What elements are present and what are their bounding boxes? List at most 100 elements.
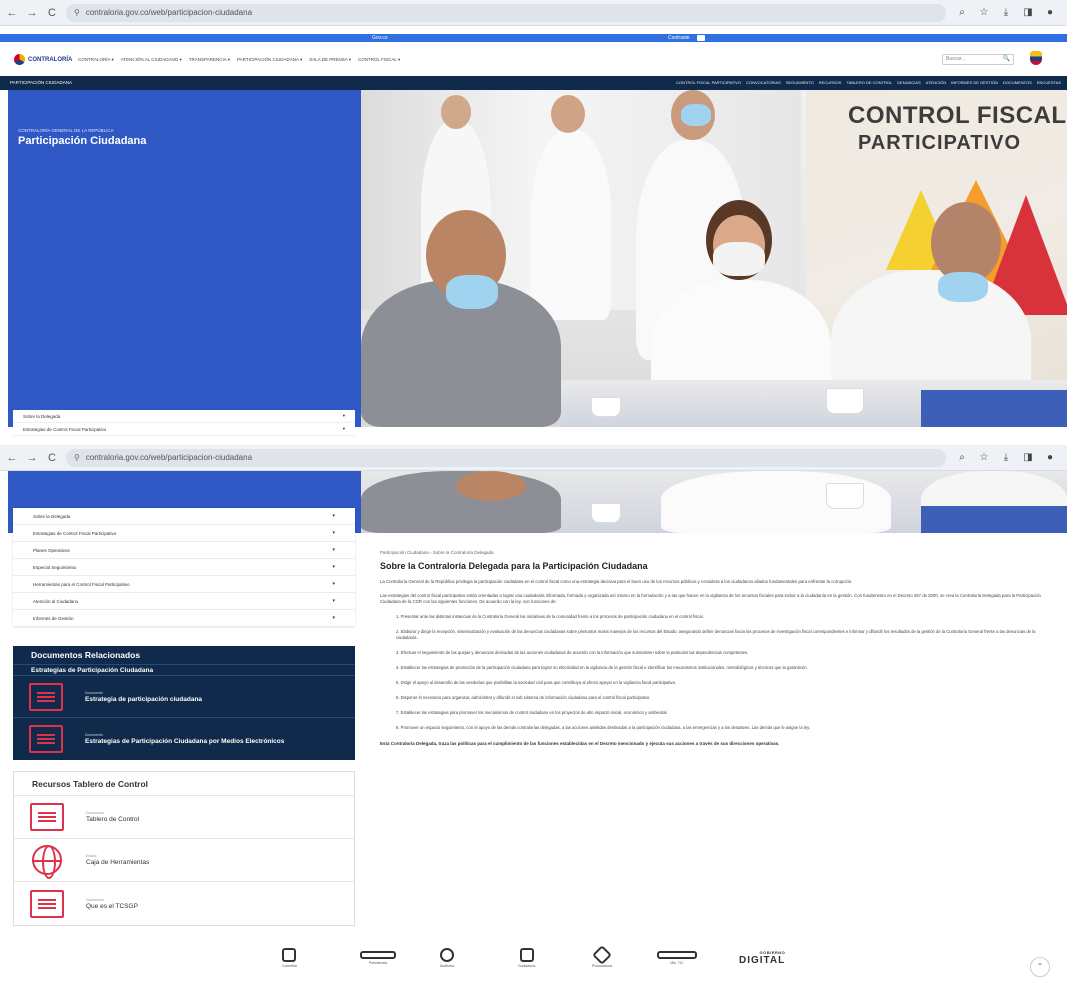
main-nav-item[interactable]: PARTICIPACIÓN CIUDADANA ▾: [237, 57, 302, 63]
forward-button[interactable]: →: [24, 5, 40, 21]
browser-tools: ⌕ ☆ ⤓ ◨ ●: [955, 7, 1057, 18]
bookmark-star-icon[interactable]: ☆: [977, 452, 991, 463]
section-link[interactable]: DOCUMENTOS: [1003, 76, 1032, 90]
profile-icon[interactable]: ●: [1043, 7, 1057, 18]
section-link[interactable]: CONTROL FISCAL PARTICIPATIVO: [676, 76, 741, 90]
main-nav-item[interactable]: CONTRALORÍA ▾: [78, 57, 114, 63]
document-link[interactable]: Documento Estrategias de Participación C…: [13, 718, 355, 760]
related-documents: Documentos Relacionados Estrategias de P…: [13, 646, 355, 760]
accordion-item-label: Especial Seguimiento: [33, 564, 77, 570]
section-link[interactable]: INFORMES DE GESTIÓN: [951, 76, 998, 90]
section-link[interactable]: DENUNCIAS: [897, 76, 921, 90]
section-brand[interactable]: PARTICIPACIÓN CIUDADANA: [10, 76, 72, 90]
resource-link[interactable]: Enlace Caja de Herramientas: [14, 839, 354, 882]
download-icon[interactable]: ⤓: [999, 452, 1013, 463]
emblem-icon: [657, 951, 697, 959]
forward-button[interactable]: →: [24, 450, 40, 466]
main-content: Participación Ciudadana › Sobre la Contr…: [380, 550, 1052, 746]
content-title: Sobre la Contraloría Delegada para la Pa…: [380, 561, 648, 571]
banner-text: PARTICIPATIVO: [858, 132, 1021, 154]
accordion-item[interactable]: Informes de Gestión ▾: [13, 610, 355, 627]
back-button[interactable]: ←: [4, 5, 20, 21]
resource-link[interactable]: Documento Tablero de Control: [14, 796, 354, 839]
zoom-icon[interactable]: ⌕: [955, 452, 969, 463]
back-button[interactable]: ←: [4, 450, 20, 466]
list-item: 8. Promover un espacio seguimiento, con …: [396, 724, 811, 730]
resources-title: Recursos Tablero de Control: [14, 772, 354, 796]
chevron-down-icon: ▾: [332, 598, 335, 604]
address-bar[interactable]: ⚲ contraloria.gov.co/web/participacion-c…: [66, 3, 946, 22]
section-link[interactable]: TABLERO DE CONTROL: [846, 76, 892, 90]
footer-logos: Colombia Presidencia Auditoría Contadurí…: [0, 930, 1067, 985]
accordion-item[interactable]: Herramientas para el Control Fiscal Part…: [13, 576, 355, 593]
bookmark-star-icon[interactable]: ☆: [977, 7, 991, 18]
hero-image: CONTROL FISCAL PARTICIPATIVO: [361, 90, 1067, 427]
document-kind: Documento: [85, 690, 103, 695]
sidepanel-icon[interactable]: ◨: [1021, 7, 1035, 18]
search-input[interactable]: Buscar... 🔍: [942, 54, 1014, 65]
breadcrumb[interactable]: Participación Ciudadana › Sobre la Contr…: [380, 550, 1052, 555]
site-info-icon[interactable]: ⚲: [74, 453, 80, 462]
main-nav-item[interactable]: ATENCIÓN AL CIUDADANO ▾: [121, 57, 182, 63]
gov-bar: Gov.co Contraste: [0, 34, 1067, 42]
chevron-down-icon: ▾: [332, 513, 335, 519]
site-logo[interactable]: CONTRALORÍA: [14, 54, 72, 65]
emblem-icon: [360, 951, 396, 959]
list-item: 3. Efectuar el seguimiento de las quejas…: [396, 649, 749, 655]
reload-button[interactable]: C: [44, 450, 60, 466]
main-nav: CONTRALORÍA ▾ ATENCIÓN AL CIUDADANO ▾ TR…: [78, 57, 400, 63]
accordion-item[interactable]: Planes Operativos ▾: [13, 542, 355, 559]
banner-text: CONTROL FISCAL: [848, 102, 1067, 129]
search-placeholder: Buscar...: [946, 56, 966, 62]
section-link[interactable]: SEGUIMIENTO: [786, 76, 814, 90]
gov-link[interactable]: Gov.co: [372, 34, 387, 42]
main-nav-item[interactable]: CONTROL FISCAL ▾: [358, 57, 400, 63]
document-link[interactable]: Documento Estrategia de participación ci…: [13, 676, 355, 718]
site-info-icon[interactable]: ⚲: [74, 8, 80, 17]
logo-mark-icon: [14, 54, 25, 65]
accordion-item-label: Planes Operativos: [33, 547, 70, 553]
sidepanel-icon[interactable]: ◨: [1021, 452, 1035, 463]
resource-link[interactable]: Documento Que es el TCSGP: [14, 882, 354, 925]
profile-icon[interactable]: ●: [1043, 452, 1057, 463]
footer-logo[interactable]: Min. TIC: [657, 945, 697, 971]
accordion-item[interactable]: Sobre la Delegada ▾: [13, 410, 355, 423]
resource-name: Que es el TCSGP: [86, 902, 138, 910]
gobierno-digital-logo[interactable]: GOBIERNO DIGITAL: [739, 950, 785, 966]
list-item: 7. Establecer las estrategias para promo…: [396, 709, 668, 715]
scroll-top-button[interactable]: ⌃: [1030, 957, 1050, 977]
accordion-item[interactable]: Estrategias de Control Fiscal Participat…: [13, 423, 355, 436]
accordion-item[interactable]: Estrategias de Control Fiscal Participat…: [13, 525, 355, 542]
section-link[interactable]: ATENCIÓN: [926, 76, 946, 90]
section-link[interactable]: CONVOCATORIAS: [746, 76, 781, 90]
intro-paragraph: La Contraloría General de la República p…: [380, 579, 853, 584]
globe-icon: [32, 845, 62, 879]
chevron-down-icon: ▾: [332, 564, 335, 570]
main-nav-item[interactable]: SALA DE PRENSA ▾: [309, 57, 351, 63]
accordion-item[interactable]: Atención al Ciudadano ▾: [13, 593, 355, 610]
search-icon[interactable]: 🔍: [1003, 55, 1010, 64]
footer-logo[interactable]: Colombia: [282, 945, 297, 971]
contrast-toggle[interactable]: [697, 35, 705, 41]
emblem-icon: [440, 948, 454, 962]
accordion-item[interactable]: Especial Seguimiento ▾: [13, 559, 355, 576]
contrast-link[interactable]: Contraste: [668, 34, 690, 42]
main-nav-item[interactable]: TRANSPARENCIA ▾: [189, 57, 230, 63]
section-link[interactable]: ENCUESTAS: [1037, 76, 1061, 90]
reload-button[interactable]: C: [44, 5, 60, 21]
browser-toolbar: ← → C ⚲ contraloria.gov.co/web/participa…: [0, 0, 1067, 26]
accordion-item[interactable]: Sobre la Delegada ▾: [13, 508, 355, 525]
list-item: 1. Presentar ante las distintas instanci…: [396, 613, 704, 619]
footer-logo[interactable]: Procuraduría: [592, 945, 612, 971]
zoom-icon[interactable]: ⌕: [955, 7, 969, 18]
download-icon[interactable]: ⤓: [999, 7, 1013, 18]
address-bar[interactable]: ⚲ contraloria.gov.co/web/participacion-c…: [66, 448, 946, 467]
resource-kind: Documento: [86, 811, 104, 815]
footer-logo[interactable]: Presidencia: [360, 945, 396, 971]
document-name: Estrategias de Participación Ciudadana p…: [85, 738, 285, 745]
section-link[interactable]: RECURSOS: [819, 76, 842, 90]
footer-logo-caption: Contaduría: [518, 964, 536, 968]
footer-logo[interactable]: Auditoría: [440, 945, 454, 971]
footer-logo[interactable]: Contaduría: [518, 945, 535, 971]
chevron-down-icon: ▾: [332, 615, 335, 621]
